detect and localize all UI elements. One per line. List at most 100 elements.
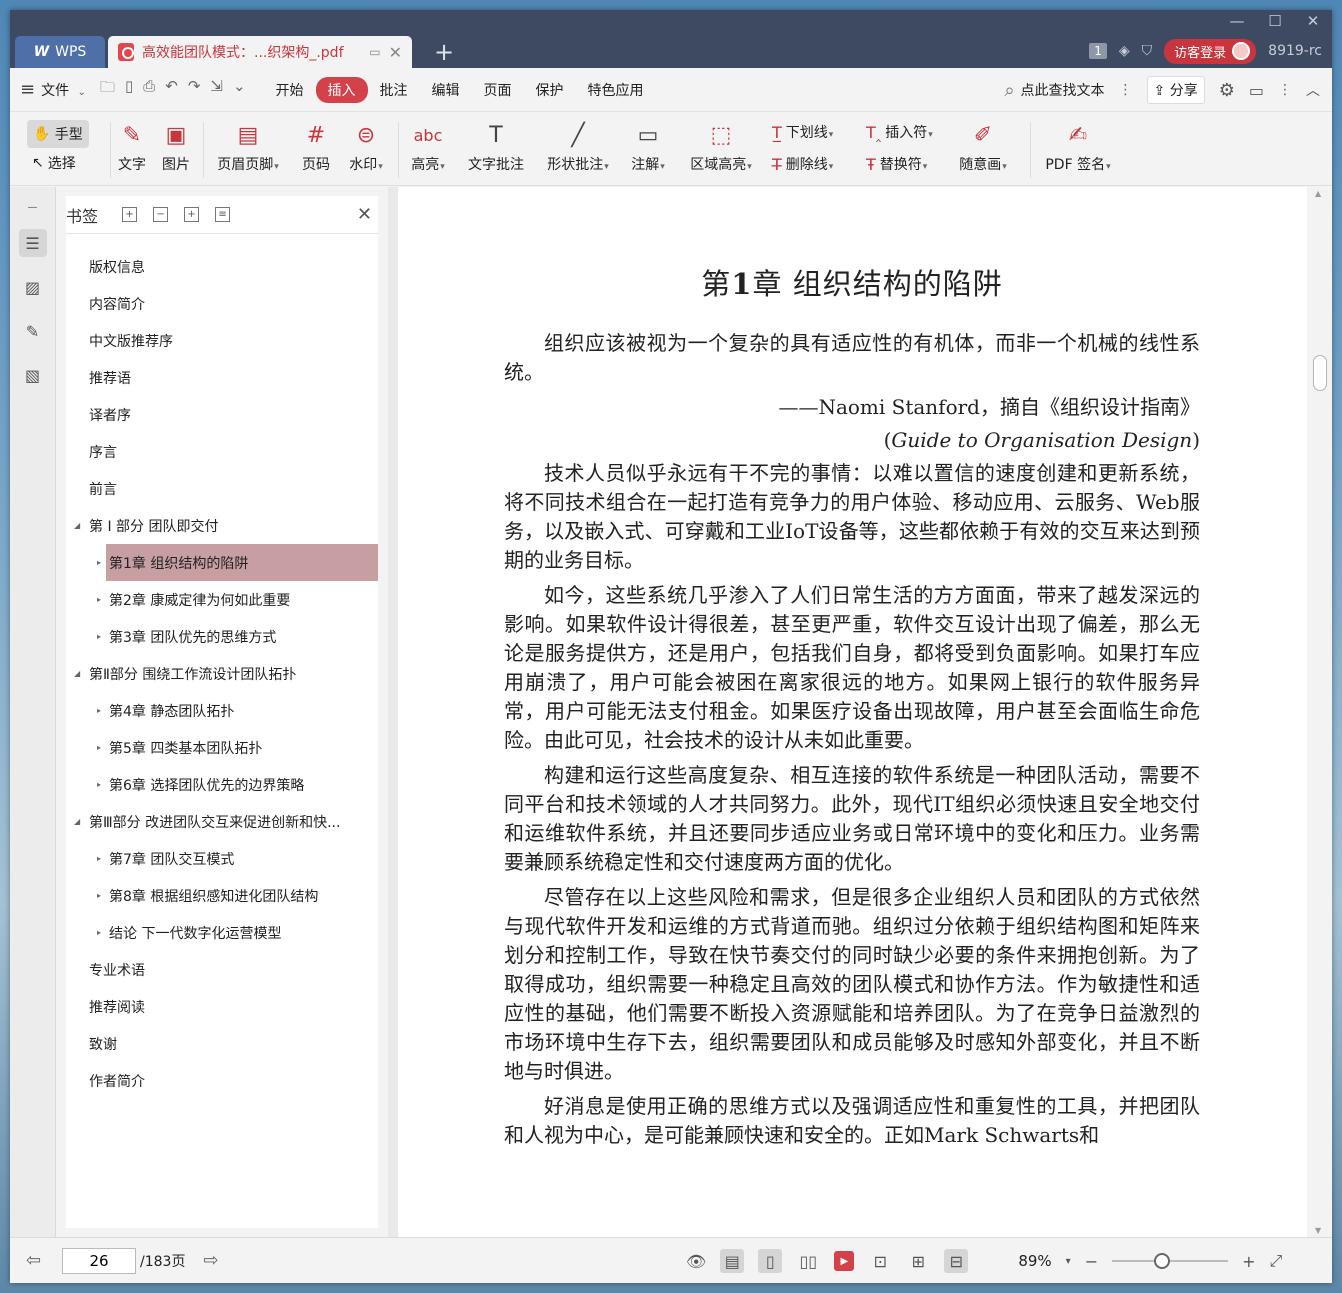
- collapse-ribbon-icon[interactable]: ︿: [1306, 80, 1320, 100]
- expand-arrow-icon[interactable]: ▸: [97, 558, 101, 567]
- minimize-icon[interactable]: —: [1218, 10, 1256, 32]
- zoom-slider[interactable]: [1112, 1253, 1229, 1269]
- document-viewport[interactable]: 第1章 组织结构的陷阱 组织应该被视为一个复杂的具有适应性的有机体，而非一个机械…: [398, 187, 1332, 1237]
- menu-page[interactable]: 页面: [472, 80, 524, 100]
- new-tab-icon[interactable]: +: [434, 38, 454, 66]
- replace-mark-button[interactable]: Ŧ 替换符: [866, 154, 927, 174]
- bookmark-item[interactable]: 译者序: [66, 396, 378, 433]
- fit-width-icon[interactable]: ⊟: [944, 1249, 969, 1273]
- zoom-in-icon[interactable]: +: [1242, 1252, 1255, 1271]
- hand-tool-button[interactable]: ✋ 手型: [27, 120, 89, 148]
- bookmark-item[interactable]: 版权信息: [66, 248, 378, 285]
- actual-size-icon[interactable]: ⊡: [868, 1249, 892, 1273]
- bookmark-item[interactable]: ▸ 第1章 组织结构的陷阱: [66, 544, 378, 581]
- zoom-level[interactable]: 89%: [1018, 1252, 1051, 1270]
- menu-special[interactable]: 特色应用: [576, 80, 656, 100]
- more-vertical-icon-2[interactable]: ⋮: [1278, 82, 1292, 98]
- text-tool-button[interactable]: ✎ 文字: [112, 116, 152, 174]
- bookmark-item[interactable]: 致谢: [66, 1025, 378, 1062]
- more-vertical-icon[interactable]: ⋮: [1119, 82, 1133, 98]
- pdf-sign-button[interactable]: ✍ PDF 签名: [1040, 116, 1116, 174]
- scroll-down-icon[interactable]: ▼: [1315, 1226, 1321, 1235]
- page-number-button[interactable]: # 页码: [296, 116, 336, 174]
- bookmark-item[interactable]: 作者简介: [66, 1062, 378, 1099]
- expand-arrow-icon[interactable]: ▸: [97, 595, 101, 604]
- shape-comment-button[interactable]: ╱ 形状批注: [540, 116, 616, 174]
- chat-icon[interactable]: ▭: [1249, 81, 1264, 100]
- collapse-arrow-icon[interactable]: ◢: [74, 669, 80, 678]
- prev-page-icon[interactable]: ⇦: [26, 1250, 41, 1271]
- play-slideshow-icon[interactable]: ▶: [834, 1251, 855, 1271]
- zoom-out-icon[interactable]: −: [1085, 1252, 1098, 1271]
- continuous-view-icon[interactable]: ▤: [720, 1249, 745, 1273]
- hamburger-icon[interactable]: ≡: [20, 79, 35, 100]
- bookmark-item[interactable]: 推荐阅读: [66, 988, 378, 1025]
- annotation-icon[interactable]: ✎: [19, 317, 47, 345]
- search-box[interactable]: ⌕ 点此查找文本: [1004, 80, 1104, 101]
- scroll-up-icon[interactable]: ▲: [1315, 189, 1321, 198]
- login-button[interactable]: 访客登录: [1164, 38, 1257, 64]
- share-button[interactable]: ⇪ 分享: [1146, 76, 1205, 104]
- next-page-icon[interactable]: ⇨: [203, 1250, 218, 1271]
- menu-protect[interactable]: 保护: [524, 80, 576, 100]
- watermark-button[interactable]: ⊜ 水印: [344, 116, 388, 174]
- expand-arrow-icon[interactable]: ▸: [97, 928, 101, 937]
- file-menu[interactable]: 文件 ⌄: [41, 80, 86, 100]
- area-highlight-button[interactable]: ⬚ 区域高亮: [684, 116, 758, 174]
- image-tool-button[interactable]: ▣ 图片: [156, 116, 196, 174]
- shirt-icon[interactable]: ⛉: [1142, 43, 1153, 59]
- expand-arrow-icon[interactable]: ▸: [97, 706, 101, 715]
- gear-icon[interactable]: ⚙: [1219, 80, 1235, 101]
- tab-close-icon[interactable]: ✕: [389, 43, 402, 62]
- bookmark-item[interactable]: 专业术语: [66, 951, 378, 988]
- bookmark-item[interactable]: ◢ 第Ⅱ部分 围绕工作流设计团队拓扑: [66, 655, 378, 692]
- dual-page-icon[interactable]: ▯▯: [796, 1249, 820, 1273]
- bookmark-item[interactable]: 前言: [66, 470, 378, 507]
- redo-icon[interactable]: ↷: [188, 77, 201, 102]
- print-icon[interactable]: ⎙: [143, 77, 155, 102]
- close-panel-icon[interactable]: ✕: [357, 204, 372, 225]
- single-page-icon[interactable]: ▯: [758, 1249, 783, 1273]
- save-icon[interactable]: ▯: [125, 77, 133, 102]
- panel-splitter[interactable]: [388, 187, 398, 1237]
- page-number-input[interactable]: [62, 1247, 136, 1274]
- tab-document[interactable]: 高效能团队模式：...织架构_.pdf ▭ ✕: [108, 36, 412, 68]
- header-footer-button[interactable]: ▤ 页眉页脚: [210, 116, 286, 174]
- collapse-arrow-icon[interactable]: ◢: [74, 521, 80, 530]
- strikethrough-button[interactable]: T̶ 删除线: [772, 154, 833, 174]
- undo-icon[interactable]: ↶: [165, 77, 178, 102]
- monitor-icon[interactable]: ▭: [369, 45, 380, 59]
- tab-wps-home[interactable]: W WPS: [15, 36, 105, 68]
- bookmark-item[interactable]: 中文版推荐序: [66, 322, 378, 359]
- expand-arrow-icon[interactable]: ▸: [97, 743, 101, 752]
- eye-protect-icon[interactable]: 👁: [686, 1252, 706, 1271]
- expand-arrow-icon[interactable]: ▸: [97, 780, 101, 789]
- export-icon[interactable]: ⇲: [210, 77, 223, 102]
- expand-all-icon[interactable]: +: [122, 207, 138, 222]
- thumbnail-icon[interactable]: ▨: [19, 273, 47, 301]
- bookmark-item[interactable]: ▸ 第7章 团队交互模式: [66, 840, 378, 877]
- note-button[interactable]: ▭ 注解: [626, 116, 670, 174]
- highlight-button[interactable]: abc 高亮: [406, 116, 450, 174]
- bookmark-options-icon[interactable]: ≡: [215, 207, 231, 222]
- expand-arrow-icon[interactable]: ▸: [97, 632, 101, 641]
- bookmark-item[interactable]: ◢ 第 I 部分 团队即交付: [66, 507, 378, 544]
- menu-insert[interactable]: 插入: [315, 76, 368, 103]
- bookmark-panel-icon[interactable]: ☰: [18, 229, 47, 257]
- bookmark-item[interactable]: ▸ 第4章 静态团队拓扑: [66, 692, 378, 729]
- bookmark-item[interactable]: ▸ 第5章 四类基本团队拓扑: [66, 729, 378, 766]
- open-folder-icon[interactable]: 🗀: [100, 77, 115, 102]
- maximize-icon[interactable]: ☐: [1256, 10, 1294, 32]
- menu-edit[interactable]: 编辑: [420, 80, 472, 100]
- signature-panel-icon[interactable]: ▧: [19, 361, 47, 389]
- bookmark-item[interactable]: ▸ 第3章 团队优先的思维方式: [66, 618, 378, 655]
- bookmark-item[interactable]: ▸ 结论 下一代数字化运营模型: [66, 914, 378, 951]
- underline-button[interactable]: T̲ 下划线: [772, 122, 833, 142]
- zoom-dropdown-icon[interactable]: ▾: [1066, 1256, 1071, 1267]
- vertical-scrollbar[interactable]: ▲ ▼: [1307, 187, 1332, 1237]
- freehand-button[interactable]: ✐ 随意画: [954, 116, 1012, 174]
- skin-icon[interactable]: ◈: [1119, 43, 1130, 59]
- bookmark-item[interactable]: ▸ 第2章 康威定律为何如此重要: [66, 581, 378, 618]
- bookmark-item[interactable]: ◢ 第Ⅲ部分 改进团队交互来促进创新和快...: [66, 803, 378, 840]
- fit-page-icon[interactable]: ⊞: [906, 1249, 930, 1273]
